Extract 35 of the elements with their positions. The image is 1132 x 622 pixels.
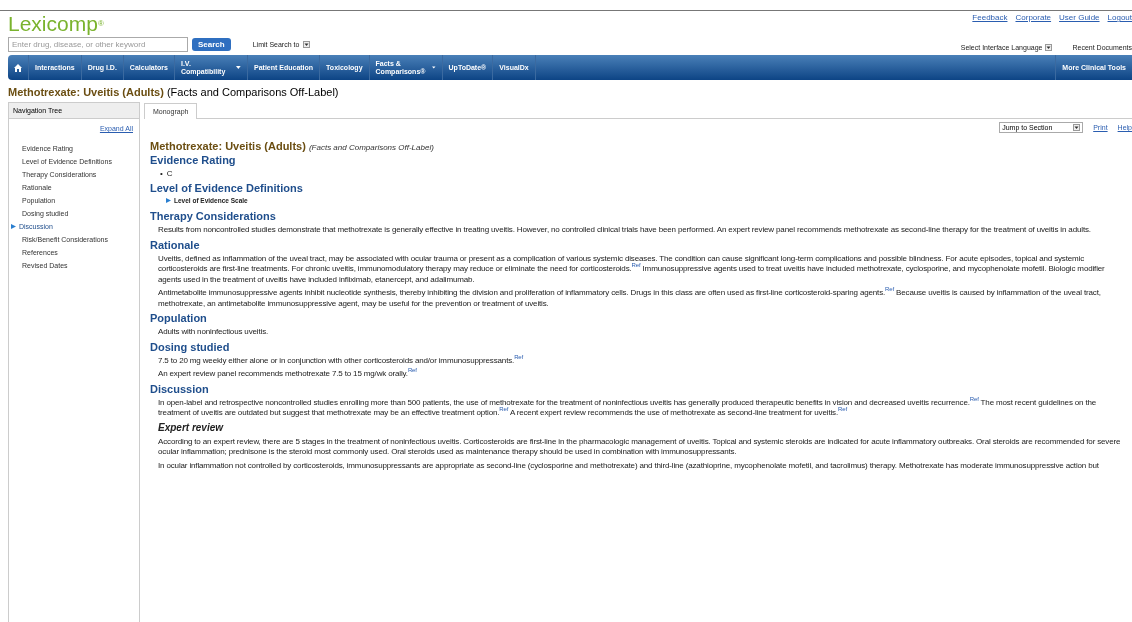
page-title: Methotrexate: Uveitis (Adults) (Facts and Comparisons Off-Label): [7, 85, 340, 100]
monograph-title: Methotrexate: Uveitis (Adults) (Facts and Comparisons Off-Label): [150, 140, 435, 152]
arrow-icon: [166, 198, 171, 203]
logo: Lexicomp®: [8, 13, 105, 35]
paragraph: According to an expert review, there are 5 stages in the treatment of noninfectious uveitis. Corticosteroids are first-line in the pharmacologic management of uveitis. Topical and systemic steroids are indicated for acute inflammatory outbreaks. Oral steroids are recommended for severe ocular inflammation; prednisone is the steroid most commonly used. Oral steroids used as maintenance therapy should be used in combination with immunosuppressants.: [157, 436, 1122, 458]
paragraph: Uveitis, defined as inflammation of the uveal tract, may be associated with ocular trauma or present as a complication of various systemic diseases. The condition can cause significant long-term complications and possible blindness. For acute episodes, topical and systemic corticosteroids are first-line treatments. For chronic uveitis, immunomodulatory therapy may reduce or eliminate the need for corticosteroids.$^{Ref}$ Immunosuppressive agents used to treat uveitis have included methotrexate, cyclosporine, and mycophenolate mofetil. Biologic modifier agents used in the treatment of uveitis have included infliximab, etanercept, and adalimumab.: [157, 253, 1106, 285]
section-heading: Rationale: [150, 238, 201, 251]
section-heading: Level of Evidence Definitions: [150, 182, 304, 194]
arrow-icon: [11, 224, 16, 229]
search-field[interactable]: Enter drug, disease, or other keyword: [8, 37, 188, 52]
section-heading: Evidence Rating: [150, 154, 237, 166]
paragraph: In ocular inflammation not controlled by corticosteroids, immunosuppressants are appropriate as second-line (cyclosporine and methotrexate) and third-line (azathioprine, mycophenolate mofetil, and tacrolimus) therapy. Methotrexate has moderate immunosuppressive action but: [157, 460, 1100, 471]
caret-icon: [432, 66, 436, 69]
paragraph: 7.5 to 20 mg weekly either alone or in conjunction with other corticosteroids and/or immunosuppressants.$^{Ref}$: [157, 355, 525, 366]
section-heading: Dosing studied: [150, 340, 231, 353]
evidence-rating: C: [166, 169, 173, 178]
header-link[interactable]: User Guide: [1059, 13, 1100, 22]
search-button[interactable]: Search: [192, 38, 231, 51]
paragraph: An expert review panel recommends methotrexate 7.5 to 15 mg/wk orally.$^{Ref}$: [157, 369, 418, 380]
bullet-icon: •: [160, 169, 163, 178]
caret-icon: [236, 66, 241, 69]
section-heading: Therapy Considerations: [150, 210, 277, 222]
header-link[interactable]: Feedback: [972, 13, 1008, 22]
dropdown-icon: [1045, 44, 1053, 51]
paragraph: Adults with noninfectious uveitis.: [157, 327, 270, 338]
subheading: Expert review: [157, 421, 225, 433]
section-heading: Population: [150, 312, 208, 324]
dropdown-icon: [1073, 124, 1081, 131]
section-heading: Discussion: [150, 382, 210, 395]
header-link[interactable]: Corporate: [1015, 13, 1052, 22]
paragraph: Results from noncontrolled studies demonstrate that methotrexate is generally effective in treating uveitis. However, no controlled clinical trials have been performed. An expert review panel recommends methotrexate as second-line therapy for the treatment of uveitis in adults.: [157, 225, 1092, 236]
dropdown-icon: [303, 41, 311, 48]
paragraph: In open-label and retrospective noncontrolled studies enrolling more than 500 patients, the use of methotrexate for the treatment of noninfectious uveitis has generally produced therapeutic benefits in vision and decreased uveitis recurrence.$^{Ref}$ The most recent guidelines on the treatment of uveitis are outdated but suggest that methotrexate may be an effective treatment option.$^{Ref}$ A recent expert review recommends the use of methotrexate as second-line treatment for uveitis.$^{Ref}$: [157, 397, 1098, 419]
paragraph: Antimetabolite immunosuppressive agents inhibit nucleotide synthesis, thereby inhibiting the division and proliferation of inflammatory cells. Drugs in this class are often used as first-line corticosteroid-sparing agents.$^{Ref}$ Because uveitis is caused by inflammation of the uveal tract, methotrexate, an antimetabolite immunosuppressive agent, may be useful for the prevention or treatment of uveitis.: [157, 288, 1102, 309]
header-link[interactable]: Logout: [1107, 13, 1132, 22]
